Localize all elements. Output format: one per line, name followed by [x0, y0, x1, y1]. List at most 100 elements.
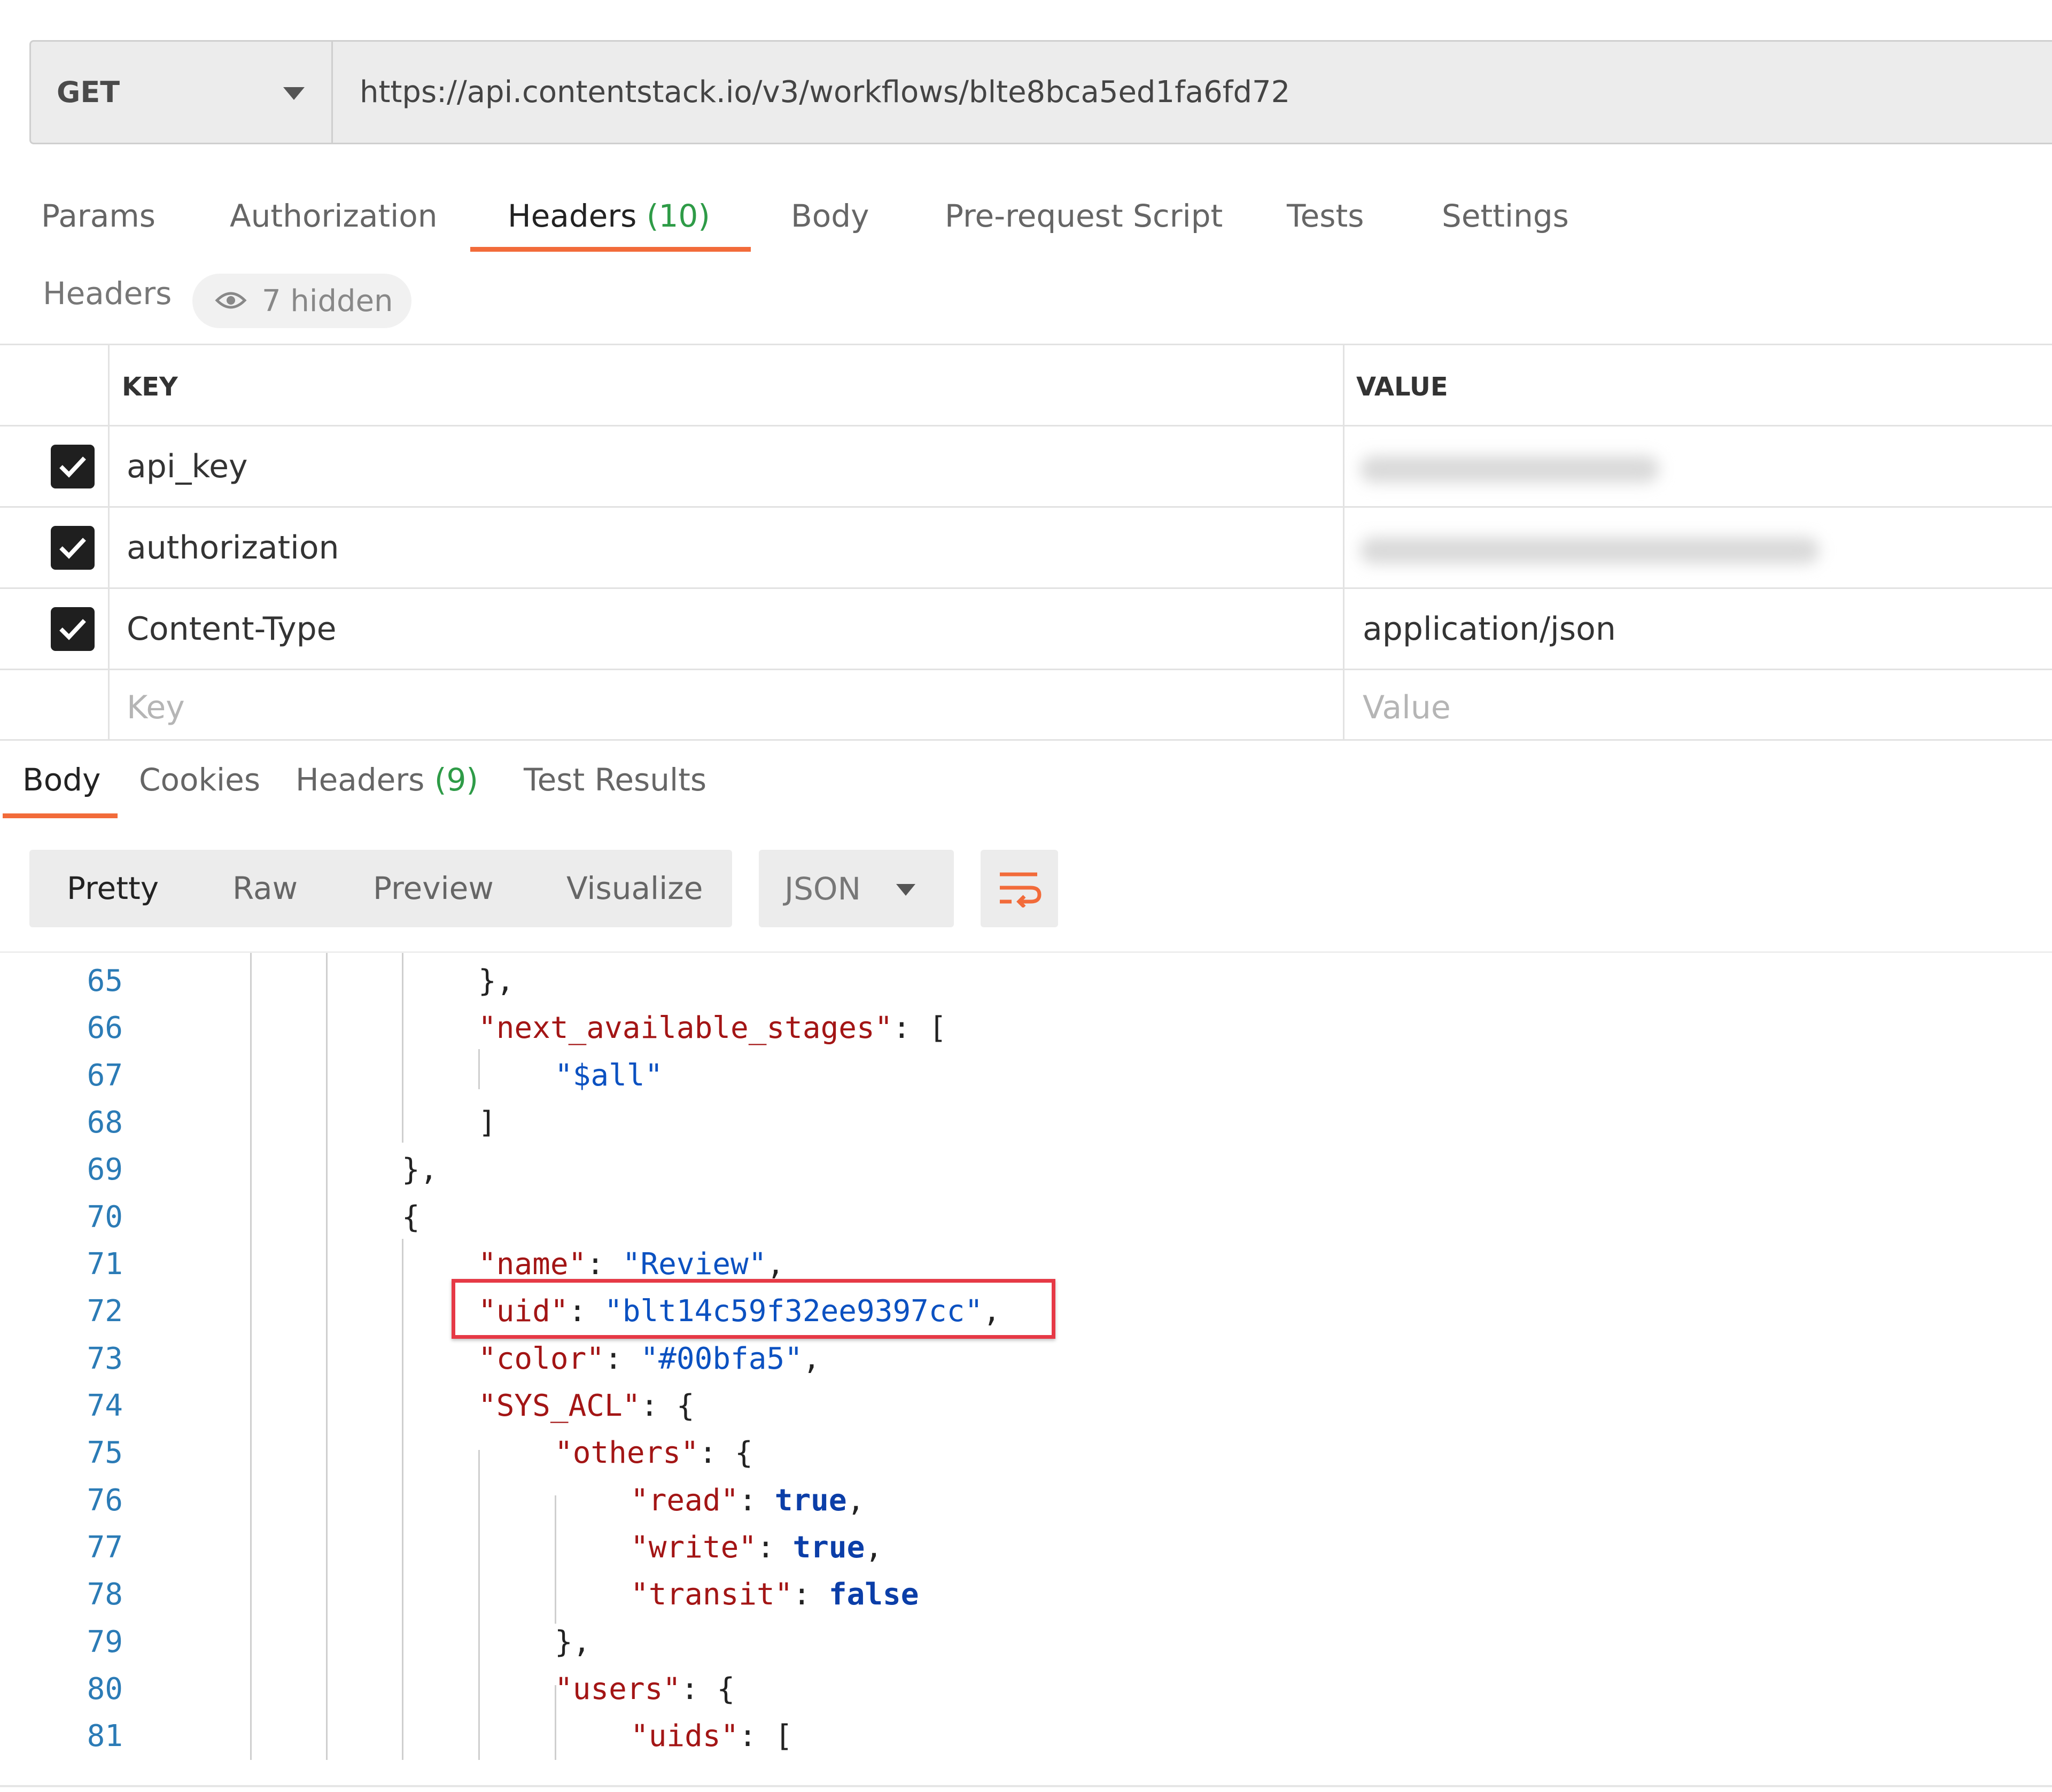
- line-number: 76: [87, 1483, 123, 1518]
- line-number: 80: [87, 1672, 123, 1706]
- key-input[interactable]: Key: [127, 689, 185, 726]
- line-number: 79: [87, 1625, 123, 1659]
- tab-settings[interactable]: Settings: [1442, 198, 1569, 234]
- line-number: 74: [87, 1388, 123, 1423]
- active-tab-indicator: [470, 247, 751, 252]
- hidden-headers-toggle[interactable]: 7 hidden: [192, 274, 411, 328]
- format-select[interactable]: JSON: [759, 850, 954, 927]
- tab-params[interactable]: Params: [41, 198, 156, 234]
- tab-authorization[interactable]: Authorization: [230, 198, 437, 234]
- active-tab-indicator: [3, 813, 118, 818]
- line-number: 68: [87, 1105, 123, 1140]
- headers-table: KEY VALUE api_key authorization Content-…: [0, 344, 2052, 741]
- header-key[interactable]: Content-Type: [127, 610, 337, 648]
- table-row-new: Key Value: [0, 670, 2052, 741]
- table-row: authorization: [0, 508, 2052, 589]
- method-select[interactable]: GET: [31, 42, 333, 143]
- table-row: api_key: [0, 426, 2052, 508]
- indent-guide: [478, 1049, 480, 1089]
- code-line: "next_available_stages": [: [478, 1011, 947, 1045]
- checkmark-icon: [59, 619, 86, 640]
- chevron-down-icon: [896, 884, 915, 896]
- response-tabs: Body Cookies Headers (9) Test Results: [0, 740, 2052, 826]
- header-value[interactable]: application/json: [1363, 610, 1616, 648]
- tab-response-headers[interactable]: Headers (9): [296, 762, 478, 798]
- tab-headers-count: (10): [646, 198, 710, 234]
- response-body-code[interactable]: 65 66 67 68 69 70 71 72 73 74 75 76 77 7…: [0, 951, 2052, 1792]
- row-checkbox[interactable]: [51, 526, 95, 570]
- tab-headers[interactable]: Headers (10): [508, 198, 710, 234]
- code-line: "color": "#00bfa5",: [478, 1341, 821, 1376]
- format-label: JSON: [784, 870, 861, 907]
- pretty-button[interactable]: Pretty: [67, 870, 159, 906]
- tab-response-headers-count: (9): [434, 762, 479, 798]
- code-line: "name": "Review",: [478, 1247, 785, 1282]
- line-number: 66: [87, 1011, 123, 1045]
- tab-body[interactable]: Body: [791, 198, 869, 234]
- raw-button[interactable]: Raw: [232, 870, 298, 906]
- view-mode-group: Pretty Raw Preview Visualize: [29, 850, 732, 927]
- redacted-value[interactable]: [1360, 456, 1659, 483]
- checkmark-icon: [59, 538, 86, 559]
- code-line: "write": true,: [631, 1530, 883, 1565]
- row-checkbox[interactable]: [51, 607, 95, 651]
- code-line: "users": {: [555, 1672, 735, 1706]
- key-column-header: KEY: [122, 372, 178, 402]
- wrap-lines-button[interactable]: [981, 850, 1058, 927]
- row-checkbox[interactable]: [51, 445, 95, 488]
- value-column-header: VALUE: [1356, 372, 1448, 402]
- line-number: 70: [87, 1200, 123, 1235]
- checkmark-icon: [59, 456, 86, 478]
- line-number: 69: [87, 1152, 123, 1187]
- indent-guide: [478, 1450, 480, 1760]
- header-key[interactable]: authorization: [127, 529, 339, 567]
- line-number: 71: [87, 1247, 123, 1282]
- line-number: 72: [87, 1294, 123, 1329]
- line-number: 67: [87, 1058, 123, 1093]
- code-line: "others": {: [555, 1436, 753, 1470]
- url-input[interactable]: https://api.contentstack.io/v3/workflows…: [333, 42, 2052, 143]
- eye-icon: [215, 284, 247, 319]
- code-line: "transit": false: [631, 1577, 919, 1612]
- indent-guide: [402, 953, 403, 1143]
- request-tabs: Params Authorization Headers (10) Body P…: [0, 176, 2052, 257]
- code-line: "read": true,: [631, 1483, 865, 1518]
- headers-section-label: Headers: [43, 275, 172, 312]
- tab-tests[interactable]: Tests: [1287, 198, 1364, 234]
- line-number: 81: [87, 1719, 123, 1754]
- value-input[interactable]: Value: [1363, 689, 1451, 726]
- code-line: "SYS_ACL": {: [478, 1388, 695, 1423]
- url-text: https://api.contentstack.io/v3/workflows…: [360, 75, 1291, 110]
- code-line: "$all": [555, 1058, 663, 1093]
- tab-pre-request-script[interactable]: Pre-request Script: [945, 198, 1223, 234]
- wrap-lines-icon: [999, 872, 1041, 907]
- indent-guide: [402, 1239, 403, 1760]
- tab-cookies[interactable]: Cookies: [139, 762, 260, 798]
- code-line: {: [402, 1200, 420, 1235]
- line-number: 75: [87, 1436, 123, 1470]
- line-number: 73: [87, 1341, 123, 1376]
- table-header-row: KEY VALUE: [0, 345, 2052, 426]
- method-label: GET: [57, 75, 120, 109]
- tab-test-results[interactable]: Test Results: [524, 762, 706, 798]
- visualize-button[interactable]: Visualize: [566, 870, 703, 906]
- header-key[interactable]: api_key: [127, 448, 248, 485]
- code-line: ]: [478, 1105, 496, 1140]
- indent-guide: [250, 953, 252, 1760]
- code-line: "uids": [: [631, 1719, 793, 1754]
- redacted-value[interactable]: [1360, 537, 1820, 564]
- hidden-headers-label: 7 hidden: [262, 283, 393, 319]
- preview-button[interactable]: Preview: [373, 870, 494, 906]
- line-number: 78: [87, 1577, 123, 1612]
- indent-guide: [555, 1495, 556, 1624]
- chevron-down-icon: [283, 87, 305, 100]
- tab-response-body[interactable]: Body: [22, 762, 100, 798]
- request-bar: GET https://api.contentstack.io/v3/workf…: [29, 40, 2052, 144]
- line-number: 65: [87, 964, 123, 998]
- divider: [0, 1785, 2052, 1787]
- indent-guide: [326, 953, 328, 1760]
- code-line: },: [402, 1152, 438, 1187]
- code-line: },: [555, 1625, 591, 1659]
- line-number: 77: [87, 1530, 123, 1565]
- code-line: },: [478, 964, 515, 998]
